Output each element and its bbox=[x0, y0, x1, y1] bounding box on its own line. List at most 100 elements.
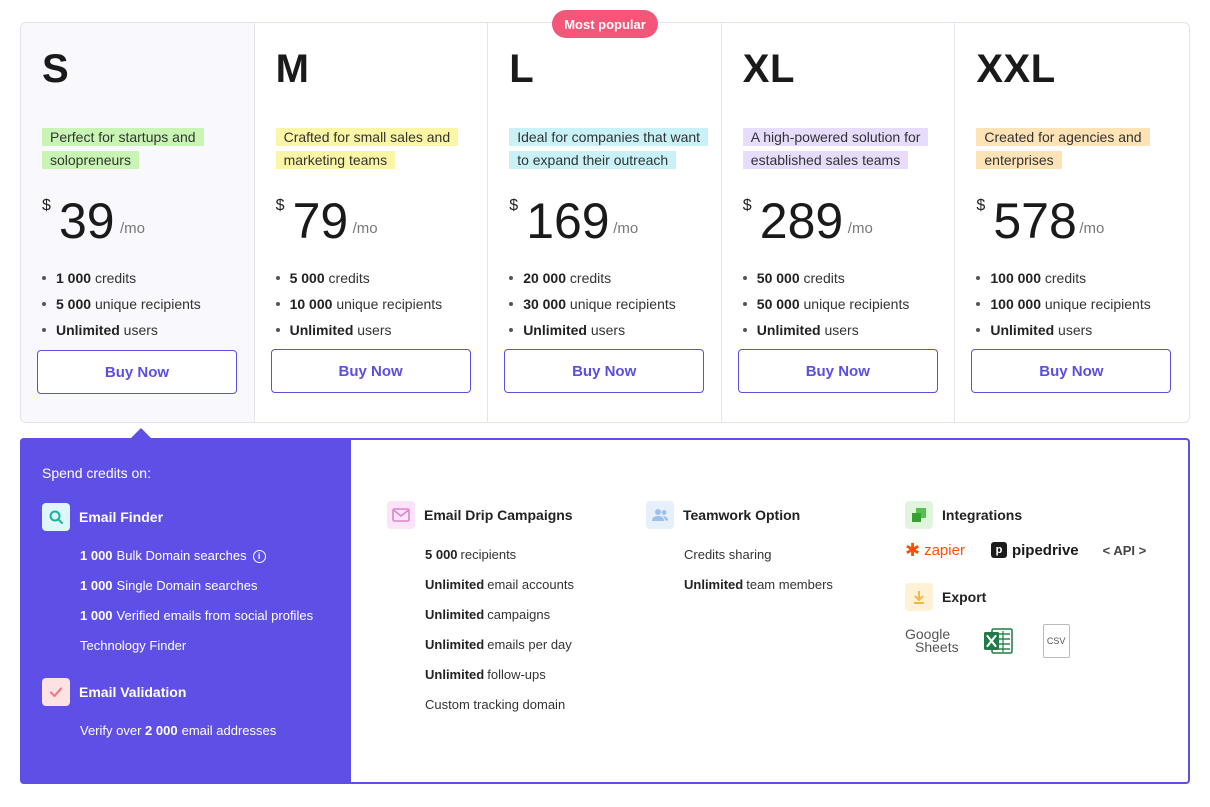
csv-file-icon: CSV bbox=[1042, 624, 1070, 658]
plan-price: $ 289 /mo bbox=[742, 193, 955, 251]
teamwork-label: Teamwork Option bbox=[683, 507, 801, 523]
price-amount: 289 bbox=[759, 193, 844, 249]
plan-description: Ideal for companies that want to expand … bbox=[509, 126, 709, 174]
email-finder-header: Email Finder bbox=[42, 503, 351, 531]
currency-symbol: $ bbox=[976, 197, 986, 214]
buy-now-button-m[interactable]: Buy Now bbox=[270, 349, 471, 393]
list-item: Credits sharing bbox=[684, 547, 772, 562]
email-validation-header: Email Validation bbox=[42, 678, 351, 706]
price-period: /mo bbox=[847, 220, 873, 237]
plan-card-xxl[interactable]: XXL Created for agencies and enterprises… bbox=[955, 23, 1189, 422]
email-validation-label: Email Validation bbox=[79, 684, 187, 700]
feature-users: Unlimited users bbox=[976, 317, 1189, 343]
spend-credits-title: Spend credits on: bbox=[42, 465, 151, 481]
plan-description: Crafted for small sales and marketing te… bbox=[275, 126, 461, 174]
feature-credits: 5 000 credits bbox=[275, 265, 488, 291]
list-item: Custom tracking domain bbox=[425, 697, 566, 712]
plan-price: $ 169 /mo bbox=[509, 193, 721, 251]
feature-recipients: 5 000 unique recipients bbox=[42, 291, 254, 317]
feature-users: Unlimited users bbox=[742, 317, 955, 343]
list-item: 1 000 Bulk Domain searches i bbox=[80, 541, 351, 571]
price-amount: 169 bbox=[526, 193, 610, 249]
list-item: 1 000 Verified emails from social profile… bbox=[80, 608, 314, 623]
plan-features: 5 000 credits 10 000 unique recipients U… bbox=[275, 265, 488, 343]
plan-card-l[interactable]: L Ideal for companies that want to expan… bbox=[488, 23, 722, 422]
list-item: Unlimited team members bbox=[684, 577, 833, 592]
info-icon[interactable]: i bbox=[252, 549, 266, 563]
email-drip-campaigns-section: Email Drip Campaigns 5 000 recipients Unl… bbox=[387, 501, 574, 720]
users-icon bbox=[646, 501, 674, 529]
buy-now-button-xxl[interactable]: Buy Now bbox=[971, 349, 1172, 393]
teamwork-header: Teamwork Option bbox=[646, 501, 833, 529]
download-icon bbox=[905, 583, 933, 611]
feature-recipients: 100 000 unique recipients bbox=[976, 291, 1189, 317]
currency-symbol: $ bbox=[509, 197, 519, 214]
email-finder-list: 1 000 Bulk Domain searches i 1 000 Single D… bbox=[42, 541, 351, 661]
integrations-section: Integrations ✱ zapier p pipedrive < API … bbox=[905, 501, 1146, 659]
list-item: Unlimited campaigns bbox=[425, 607, 551, 622]
plan-card-xl[interactable]: XL A high-powered solution for establish… bbox=[722, 23, 956, 422]
plan-description: Perfect for startups and solopreneurs bbox=[42, 126, 227, 174]
zapier-logo: ✱ zapier bbox=[905, 540, 965, 560]
pipedrive-icon: p bbox=[990, 542, 1007, 558]
feature-recipients: 50 000 unique recipients bbox=[742, 291, 955, 317]
integrations-label: Integrations bbox=[942, 507, 1023, 523]
list-item: Unlimited follow-ups bbox=[425, 667, 546, 682]
plan-name: L bbox=[509, 47, 535, 91]
plan-description: A high-powered solution for established … bbox=[742, 126, 938, 174]
plan-features: 50 000 credits 50 000 unique recipients … bbox=[742, 265, 955, 343]
buy-now-button-l[interactable]: Buy Now bbox=[504, 349, 705, 393]
plan-features: 100 000 credits 100 000 unique recipient… bbox=[976, 265, 1189, 343]
plan-card-s[interactable]: S Perfect for startups and solopreneurs … bbox=[21, 23, 255, 422]
buy-now-button-s[interactable]: Buy Now bbox=[37, 350, 237, 394]
feature-recipients: 30 000 unique recipients bbox=[509, 291, 721, 317]
plan-name: XL bbox=[742, 47, 795, 91]
price-period: /mo bbox=[352, 220, 378, 237]
list-item: Verify over 2 000 email addresses bbox=[80, 723, 277, 738]
plan-details-panel: Spend credits on: Email Finder 1 000 Bulk… bbox=[20, 438, 1190, 784]
api-label: < API > bbox=[1102, 542, 1147, 558]
envelope-icon bbox=[387, 501, 415, 529]
email-drip-list: 5 000 recipients Unlimited email accounts … bbox=[387, 540, 574, 720]
email-drip-header: Email Drip Campaigns bbox=[387, 501, 574, 529]
email-drip-label: Email Drip Campaigns bbox=[424, 507, 573, 523]
feature-credits: 20 000 credits bbox=[509, 265, 721, 291]
list-item: 5 000 recipients bbox=[425, 547, 517, 562]
plan-name: S bbox=[42, 47, 70, 91]
plan-price: $ 79 /mo bbox=[275, 193, 488, 251]
plan-name: M bbox=[275, 47, 310, 91]
price-period: /mo bbox=[120, 220, 146, 237]
spend-credits-panel: Spend credits on: Email Finder 1 000 Bulk… bbox=[20, 438, 351, 784]
buy-now-button-xl[interactable]: Buy Now bbox=[737, 349, 938, 393]
selected-plan-pointer bbox=[131, 428, 151, 438]
price-amount: 39 bbox=[59, 193, 115, 249]
excel-icon bbox=[983, 627, 1013, 655]
integration-logos: ✱ zapier p pipedrive < API > bbox=[905, 539, 1146, 561]
check-icon bbox=[42, 678, 70, 706]
email-finder-label: Email Finder bbox=[79, 509, 164, 525]
currency-symbol: $ bbox=[42, 197, 51, 214]
email-validation-list: Verify over 2 000 email addresses bbox=[42, 716, 351, 746]
price-amount: 578 bbox=[993, 193, 1077, 249]
plan-name: XXL bbox=[976, 47, 1056, 91]
feature-users: Unlimited users bbox=[275, 317, 488, 343]
export-header: Export bbox=[905, 583, 1146, 611]
pricing-plans: Most popular S Perfect for startups and … bbox=[20, 10, 1190, 423]
feature-credits: 1 000 credits bbox=[42, 265, 254, 291]
currency-symbol: $ bbox=[275, 197, 285, 214]
teamwork-option-section: Teamwork Option Credits sharing Unlimite… bbox=[646, 501, 833, 600]
currency-symbol: $ bbox=[742, 197, 752, 214]
price-amount: 79 bbox=[292, 193, 349, 249]
integrations-icon bbox=[905, 501, 933, 529]
price-period: /mo bbox=[613, 220, 639, 237]
pipedrive-logo: p pipedrive bbox=[990, 542, 1079, 559]
list-item: Unlimited emails per day bbox=[425, 637, 572, 652]
feature-users: Unlimited users bbox=[42, 317, 254, 343]
plan-price: $ 39 /mo bbox=[42, 193, 254, 251]
price-period: /mo bbox=[1079, 220, 1105, 237]
google-sheets-logo: Google Sheets bbox=[905, 626, 959, 655]
plan-card-m[interactable]: M Crafted for small sales and marketing … bbox=[255, 23, 489, 422]
integrations-header: Integrations bbox=[905, 501, 1146, 529]
feature-recipients: 10 000 unique recipients bbox=[275, 291, 488, 317]
plan-price: $ 578 /mo bbox=[976, 193, 1189, 251]
